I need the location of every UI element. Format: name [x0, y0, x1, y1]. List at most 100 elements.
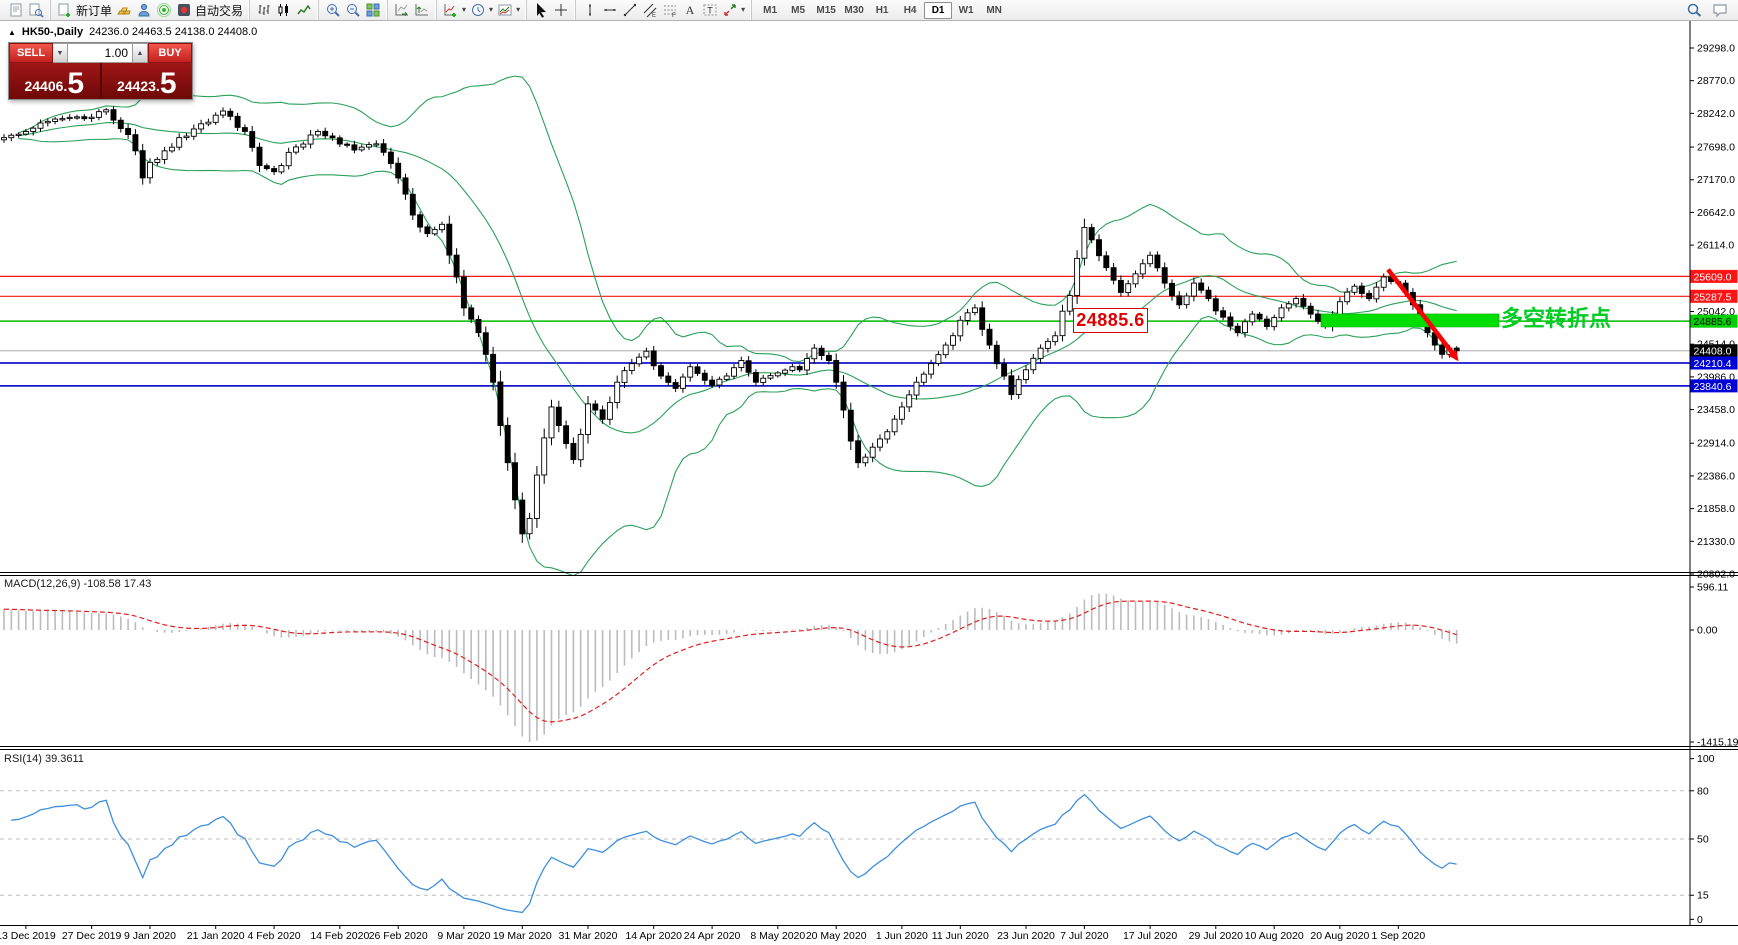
toolbar-group: E F A T ▾ — [575, 0, 751, 20]
svg-text:21858.0: 21858.0 — [1697, 503, 1735, 515]
chart-profiles-icon[interactable] — [26, 1, 46, 19]
toolbar-group — [318, 0, 387, 20]
timeframe-m5[interactable]: M5 — [784, 2, 812, 19]
timeframe-d1[interactable]: D1 — [924, 1, 953, 19]
new-order-button-label: 新订单 — [76, 3, 113, 18]
timeframe-m15[interactable]: M15 — [812, 2, 840, 19]
channel-icon: E — [642, 2, 658, 18]
timeframe-m1[interactable]: M1 — [756, 2, 784, 19]
timeframe-toolbar: M1 M5 M15 M30 H1 H4 D1 W1 MN — [751, 0, 1012, 20]
timeframe-h1[interactable]: H1 — [868, 2, 896, 19]
svg-text:8 May 2020: 8 May 2020 — [750, 930, 805, 942]
one-click-trading-panel: SELL ▼ ▲ BUY 24406. 5 24423. 5 — [8, 42, 193, 100]
svg-text:T: T — [707, 6, 713, 16]
crosshair-icon — [553, 2, 569, 18]
buy-price-button[interactable]: 24423. 5 — [101, 63, 192, 99]
candlesticks — [1, 106, 1460, 543]
sell-button[interactable]: SELL — [9, 43, 53, 63]
signal-icon — [156, 2, 172, 18]
chat-icon[interactable] — [1710, 1, 1730, 19]
svg-text:27 Dec 2019: 27 Dec 2019 — [62, 930, 122, 942]
trend-icon — [622, 2, 638, 18]
autoscroll-icon — [394, 2, 410, 18]
line-chart-icon[interactable] — [294, 1, 314, 19]
zoom-in-icon[interactable] — [323, 1, 343, 19]
timeframe-m30[interactable]: M30 — [840, 2, 868, 19]
svg-text:21330.0: 21330.0 — [1697, 536, 1735, 548]
person-icon — [136, 2, 152, 18]
horizontal-line-icon[interactable] — [600, 1, 620, 19]
arrows-icon[interactable]: ▾ — [720, 1, 747, 19]
text-icon[interactable]: A — [680, 1, 700, 19]
svg-text:25609.0: 25609.0 — [1694, 271, 1732, 283]
indicators-icon[interactable]: ▾ — [441, 1, 468, 19]
sell-price-main: 24406. — [24, 78, 68, 94]
new-chart-icon[interactable] — [6, 1, 26, 19]
autotrade-icon — [176, 2, 192, 18]
periods-icon[interactable]: ▾ — [468, 1, 495, 19]
zoomout-icon — [345, 2, 361, 18]
svg-text:1 Sep 2020: 1 Sep 2020 — [1371, 930, 1425, 942]
price-axis[interactable]: 29298.0 28770.0 28242.0 27698.0 27170.0 26642… — [1690, 43, 1738, 926]
bar-chart-icon[interactable] — [254, 1, 274, 19]
chevron-down-icon[interactable]: ▾ — [489, 6, 493, 14]
timeframe-mn[interactable]: MN — [980, 2, 1008, 19]
metaeditor-icon[interactable] — [114, 1, 134, 19]
toolbar-group — [249, 0, 318, 20]
chevron-down-icon[interactable]: ▾ — [462, 6, 466, 14]
svg-text:14 Feb 2020: 14 Feb 2020 — [310, 930, 369, 942]
autotrading-button[interactable]: 自动交易 — [174, 1, 245, 20]
templates-icon[interactable]: ▾ — [495, 1, 522, 19]
candlestick-chart-icon[interactable] — [274, 1, 294, 19]
date-axis[interactable]: 13 Dec 2019 27 Dec 2019 9 Jan 2020 21 Jan 2… — [0, 925, 1425, 943]
zoom-out-icon[interactable] — [343, 1, 363, 19]
main-toolbar: 新订单 自动交易 ▾ ▾ ▾ E F A T ▾ M1 M5 M15 M30 H1 H4 D1 W1 MN — [0, 0, 1738, 21]
chart-shift-icon[interactable] — [412, 1, 432, 19]
tile-windows-icon[interactable] — [363, 1, 383, 19]
vertical-line-icon[interactable] — [580, 1, 600, 19]
chart-area[interactable]: ▲ HK50-,Daily 24236.0 24463.5 24138.0 24… — [0, 20, 1738, 945]
buy-button[interactable]: BUY — [148, 43, 192, 63]
chart-canvas[interactable]: 29298.0 28770.0 28242.0 27698.0 27170.0 26642… — [0, 20, 1738, 945]
text-label-icon[interactable]: T — [700, 1, 720, 19]
svg-text:20 May 2020: 20 May 2020 — [806, 930, 867, 942]
market-icon[interactable] — [134, 1, 154, 19]
candles-icon — [276, 2, 292, 18]
volume-input[interactable] — [68, 43, 133, 63]
sell-price-button[interactable]: 24406. 5 — [9, 63, 102, 99]
signals-icon[interactable] — [154, 1, 174, 19]
search-glyph — [1686, 2, 1702, 18]
auto-scroll-icon[interactable] — [392, 1, 412, 19]
svg-text:80: 80 — [1697, 785, 1709, 797]
clock-icon — [470, 2, 486, 18]
trendline-icon[interactable] — [620, 1, 640, 19]
chevron-down-icon[interactable]: ▾ — [741, 6, 745, 14]
svg-text:19 Mar 2020: 19 Mar 2020 — [493, 930, 552, 942]
timeframe-w1[interactable]: W1 — [952, 2, 980, 19]
svg-text:0.00: 0.00 — [1697, 625, 1718, 637]
indicators-icon — [443, 2, 459, 18]
volume-down-button[interactable]: ▼ — [53, 43, 68, 63]
orderplus-icon — [57, 2, 73, 18]
svg-text:27698.0: 27698.0 — [1697, 142, 1735, 154]
svg-text:31 Mar 2020: 31 Mar 2020 — [559, 930, 618, 942]
svg-text:26 Feb 2020: 26 Feb 2020 — [369, 930, 428, 942]
equidistant-channel-icon[interactable]: E — [640, 1, 660, 19]
toolbar-right-icons — [1684, 1, 1738, 19]
volume-up-button[interactable]: ▲ — [133, 43, 148, 63]
buy-price-main: 24423. — [116, 78, 160, 94]
bollinger-bands — [18, 75, 1458, 577]
svg-text:15: 15 — [1697, 890, 1709, 902]
new-order-button[interactable]: 新订单 — [55, 1, 114, 20]
svg-text:29 Jul 2020: 29 Jul 2020 — [1189, 930, 1243, 942]
arrows-icon — [722, 2, 738, 18]
cursor-icon[interactable] — [531, 1, 551, 19]
svg-text:13 Dec 2019: 13 Dec 2019 — [0, 930, 56, 942]
svg-text:1 Jun 2020: 1 Jun 2020 — [876, 930, 928, 942]
fibonacci-icon[interactable]: F — [660, 1, 680, 19]
chevron-down-icon[interactable]: ▾ — [516, 6, 520, 14]
timeframe-h4[interactable]: H4 — [896, 2, 924, 19]
search-icon[interactable] — [1684, 1, 1704, 19]
linechart-icon — [296, 2, 312, 18]
crosshair-icon[interactable] — [551, 1, 571, 19]
